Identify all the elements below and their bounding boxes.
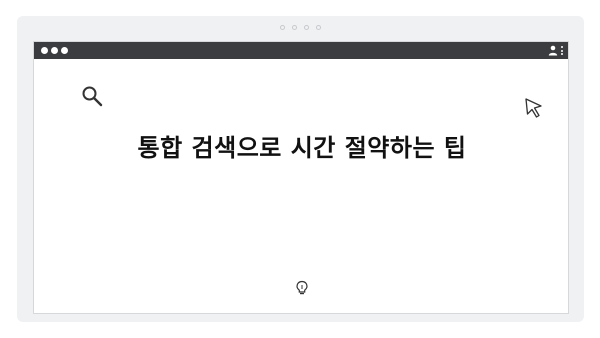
kebab-menu-icon[interactable] bbox=[561, 46, 563, 55]
frame-dot bbox=[280, 25, 285, 30]
frame-dot bbox=[316, 25, 321, 30]
lightbulb-icon bbox=[296, 280, 308, 295]
search-icon bbox=[82, 86, 103, 107]
titlebar-menu-area bbox=[548, 45, 563, 56]
title-bar bbox=[34, 42, 568, 59]
window-controls bbox=[41, 47, 68, 54]
frame-dot bbox=[292, 25, 297, 30]
frame-dot bbox=[304, 25, 309, 30]
close-window-button[interactable] bbox=[41, 47, 48, 54]
user-icon[interactable] bbox=[548, 45, 558, 56]
frame-dots bbox=[17, 25, 584, 30]
maximize-window-button[interactable] bbox=[61, 47, 68, 54]
cursor-icon bbox=[525, 98, 542, 118]
browser-window: 통합 검색으로 시간 절약하는 팁 bbox=[33, 41, 569, 314]
minimize-window-button[interactable] bbox=[51, 47, 58, 54]
page-headline: 통합 검색으로 시간 절약하는 팁 bbox=[137, 134, 467, 162]
